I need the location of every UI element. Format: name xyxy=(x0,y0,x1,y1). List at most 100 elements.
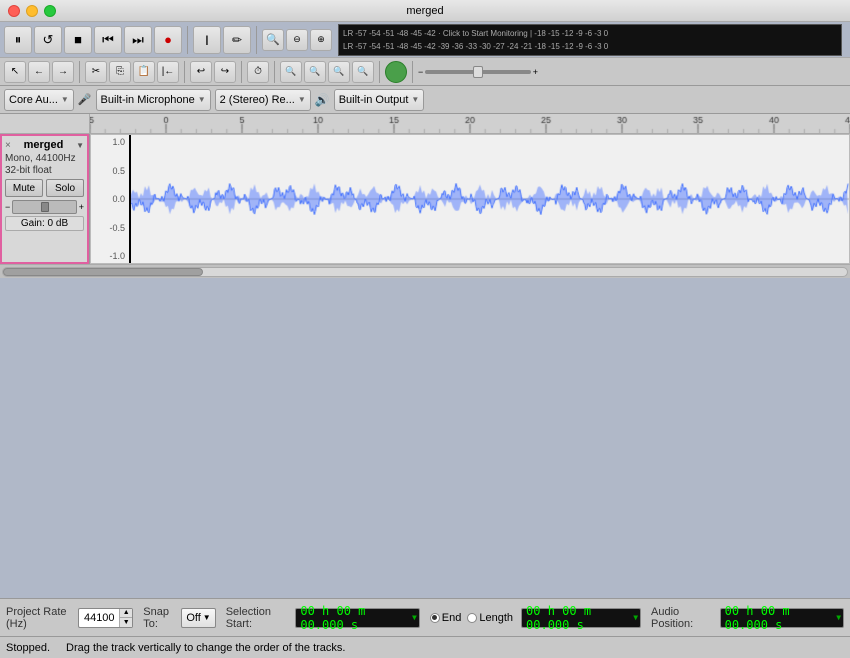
zoom-fit-button[interactable]: 🔍 xyxy=(280,61,302,83)
paste-tool[interactable]: 📋 xyxy=(133,61,155,83)
controls-bar: Core Au... ▼ 🎤 Built-in Microphone ▼ 2 (… xyxy=(0,86,850,114)
next-button[interactable]: ⏭ xyxy=(124,26,152,54)
stop-button[interactable]: ■ xyxy=(64,26,92,54)
waveform-canvas[interactable] xyxy=(91,135,849,263)
arrow-right-button[interactable]: → xyxy=(52,61,74,83)
output-dropdown[interactable]: Built-in Output ▼ xyxy=(334,89,425,111)
track-waveform[interactable]: 1.0 0.5 0.0 -0.5 -1.0 xyxy=(90,134,850,264)
toolbar-sep7 xyxy=(379,61,380,83)
copy-tool[interactable]: ⎘ xyxy=(109,61,131,83)
microphone-label: Built-in Microphone xyxy=(101,94,195,106)
select-tool-button[interactable]: I xyxy=(193,26,221,54)
selection-start-value: 00 h 00 m 00.000 s xyxy=(300,604,414,632)
end-length-section: End Length 00 h 00 m 00.000 s ▼ xyxy=(430,608,641,628)
zoom-sel-button[interactable]: 🔍 xyxy=(328,61,350,83)
end-time-display[interactable]: 00 h 00 m 00.000 s ▼ xyxy=(521,608,641,628)
rate-down-button[interactable]: ▼ xyxy=(120,618,132,627)
cursor-tool-button[interactable]: ↖ xyxy=(4,61,26,83)
toolbar-gain: − + xyxy=(418,67,538,77)
track-gain-thumb[interactable] xyxy=(41,202,49,212)
scrollbar-track[interactable] xyxy=(2,267,848,277)
selection-start-section: Selection Start: 00 h 00 m 00.000 s ▼ xyxy=(226,606,420,630)
end-length-radio: End Length xyxy=(430,612,513,624)
mic-icon: 🎤 xyxy=(78,93,92,106)
sel-start-arrow: ▼ xyxy=(412,613,417,622)
track-mute-solo: Mute Solo xyxy=(5,179,84,197)
time-button[interactable]: ⏱ xyxy=(247,61,269,83)
status-bar: Stopped. Drag the track vertically to ch… xyxy=(0,636,850,658)
meter-row-bottom: LR -57 -54 -51 -48 -45 -42 -39 -36 -33 -… xyxy=(343,40,837,53)
track-dropdown-arrow[interactable]: ▼ xyxy=(76,141,84,150)
toolbar-sep8 xyxy=(412,61,413,83)
track-gain-slider[interactable] xyxy=(12,200,76,214)
draw-tool-button[interactable]: ✏ xyxy=(223,26,251,54)
loop-button[interactable]: ↺ xyxy=(34,26,62,54)
toolbar-sep6 xyxy=(274,61,275,83)
snap-to-arrow: ▼ xyxy=(203,613,211,622)
record-button[interactable]: ● xyxy=(154,26,182,54)
gain-slider-thumb[interactable] xyxy=(473,66,483,78)
length-radio-label: Length xyxy=(479,612,513,624)
snap-to-section: Snap To: Off ▼ xyxy=(143,606,215,630)
end-radio-item: End xyxy=(430,612,462,624)
vu-meter-display[interactable]: LR -57 -54 -51 -48 -45 -42 · Click to St… xyxy=(338,24,842,56)
microphone-dropdown[interactable]: Built-in Microphone ▼ xyxy=(96,89,211,111)
gain-slider-plus: + xyxy=(79,202,84,212)
toolbar-sep5 xyxy=(241,61,242,83)
zoom-in2-button[interactable]: 🔍 xyxy=(352,61,374,83)
green-circle-button[interactable] xyxy=(385,61,407,83)
mute-button[interactable]: Mute xyxy=(5,179,43,197)
toolbar-sep4 xyxy=(184,61,185,83)
zoom-out2-button[interactable]: 🔍 xyxy=(304,61,326,83)
stereo-dropdown[interactable]: 2 (Stereo) Re... ▼ xyxy=(215,89,311,111)
snap-to-label: Snap To: xyxy=(143,606,177,630)
meter-scale-bottom: -57 -54 -51 -48 -45 -42 -39 -36 -33 -30 … xyxy=(355,42,608,51)
solo-button[interactable]: Solo xyxy=(46,179,84,197)
audio-position-label: Audio Position: xyxy=(651,606,716,630)
arrow-left-button[interactable]: ← xyxy=(28,61,50,83)
cut-tool[interactable]: ✂ xyxy=(85,61,107,83)
length-radio-button[interactable] xyxy=(467,613,477,623)
close-window-button[interactable] xyxy=(8,5,20,17)
waveform-container: 1.0 0.5 0.0 -0.5 -1.0 xyxy=(90,134,850,264)
trim-tool[interactable]: |← xyxy=(157,61,179,83)
snap-to-dropdown[interactable]: Off ▼ xyxy=(181,608,215,628)
selection-start-display[interactable]: 00 h 00 m 00.000 s ▼ xyxy=(295,608,419,628)
app: merged ⏸ ↺ ■ ⏮ ⏭ ● I ✏ 🔍 ⊖ ⊕ LR -57 -54 … xyxy=(0,0,850,658)
tracks-area: × merged ▼ Mono, 44100Hz 32-bit float Mu… xyxy=(0,114,850,598)
meter-row-top: LR -57 -54 -51 -48 -45 -42 · Click to St… xyxy=(343,27,837,40)
maximize-window-button[interactable] xyxy=(44,5,56,17)
minimize-window-button[interactable] xyxy=(26,5,38,17)
project-rate-spinners: ▲ ▼ xyxy=(119,609,132,627)
ruler-main xyxy=(90,114,850,134)
gain-slider-minus: − xyxy=(5,202,10,212)
zoom-in-button[interactable]: ⊕ xyxy=(310,29,332,51)
scrollbar-thumb[interactable] xyxy=(3,268,203,276)
pause-button[interactable]: ⏸ xyxy=(4,26,32,54)
audio-position-value: 00 h 00 m 00.000 s xyxy=(725,604,839,632)
track-info-line2: 32-bit float xyxy=(5,165,84,176)
end-radio-button[interactable] xyxy=(430,613,440,623)
output-label: Built-in Output xyxy=(339,94,409,106)
track-panel: × merged ▼ Mono, 44100Hz 32-bit float Mu… xyxy=(0,134,90,264)
zoom-magnify-button[interactable]: 🔍 xyxy=(262,29,284,51)
content-area: × merged ▼ Mono, 44100Hz 32-bit float Mu… xyxy=(0,114,850,598)
gain-slider-track[interactable] xyxy=(425,70,530,74)
prev-button[interactable]: ⏮ xyxy=(94,26,122,54)
zoom-out-button[interactable]: ⊖ xyxy=(286,29,308,51)
gain-value-display: Gain: 0 dB xyxy=(5,216,84,231)
rate-up-button[interactable]: ▲ xyxy=(120,609,132,618)
undo-button[interactable]: ↩ xyxy=(190,61,212,83)
snap-to-value: Off xyxy=(186,612,200,624)
toolbar-sep1 xyxy=(187,26,188,54)
ruler-spacer xyxy=(0,114,90,134)
project-rate-input[interactable]: ▲ ▼ xyxy=(78,608,133,628)
audio-position-display[interactable]: 00 h 00 m 00.000 s ▼ xyxy=(720,608,844,628)
project-rate-value[interactable] xyxy=(79,609,119,627)
redo-button[interactable]: ↪ xyxy=(214,61,236,83)
core-audio-arrow: ▼ xyxy=(61,95,69,104)
track-close-button[interactable]: × xyxy=(5,140,11,151)
bottom-controls: Project Rate (Hz) ▲ ▼ Snap To: Off ▼ Sel… xyxy=(0,598,850,636)
end-time-value: 00 h 00 m 00.000 s xyxy=(526,604,636,632)
core-audio-dropdown[interactable]: Core Au... ▼ xyxy=(4,89,74,111)
